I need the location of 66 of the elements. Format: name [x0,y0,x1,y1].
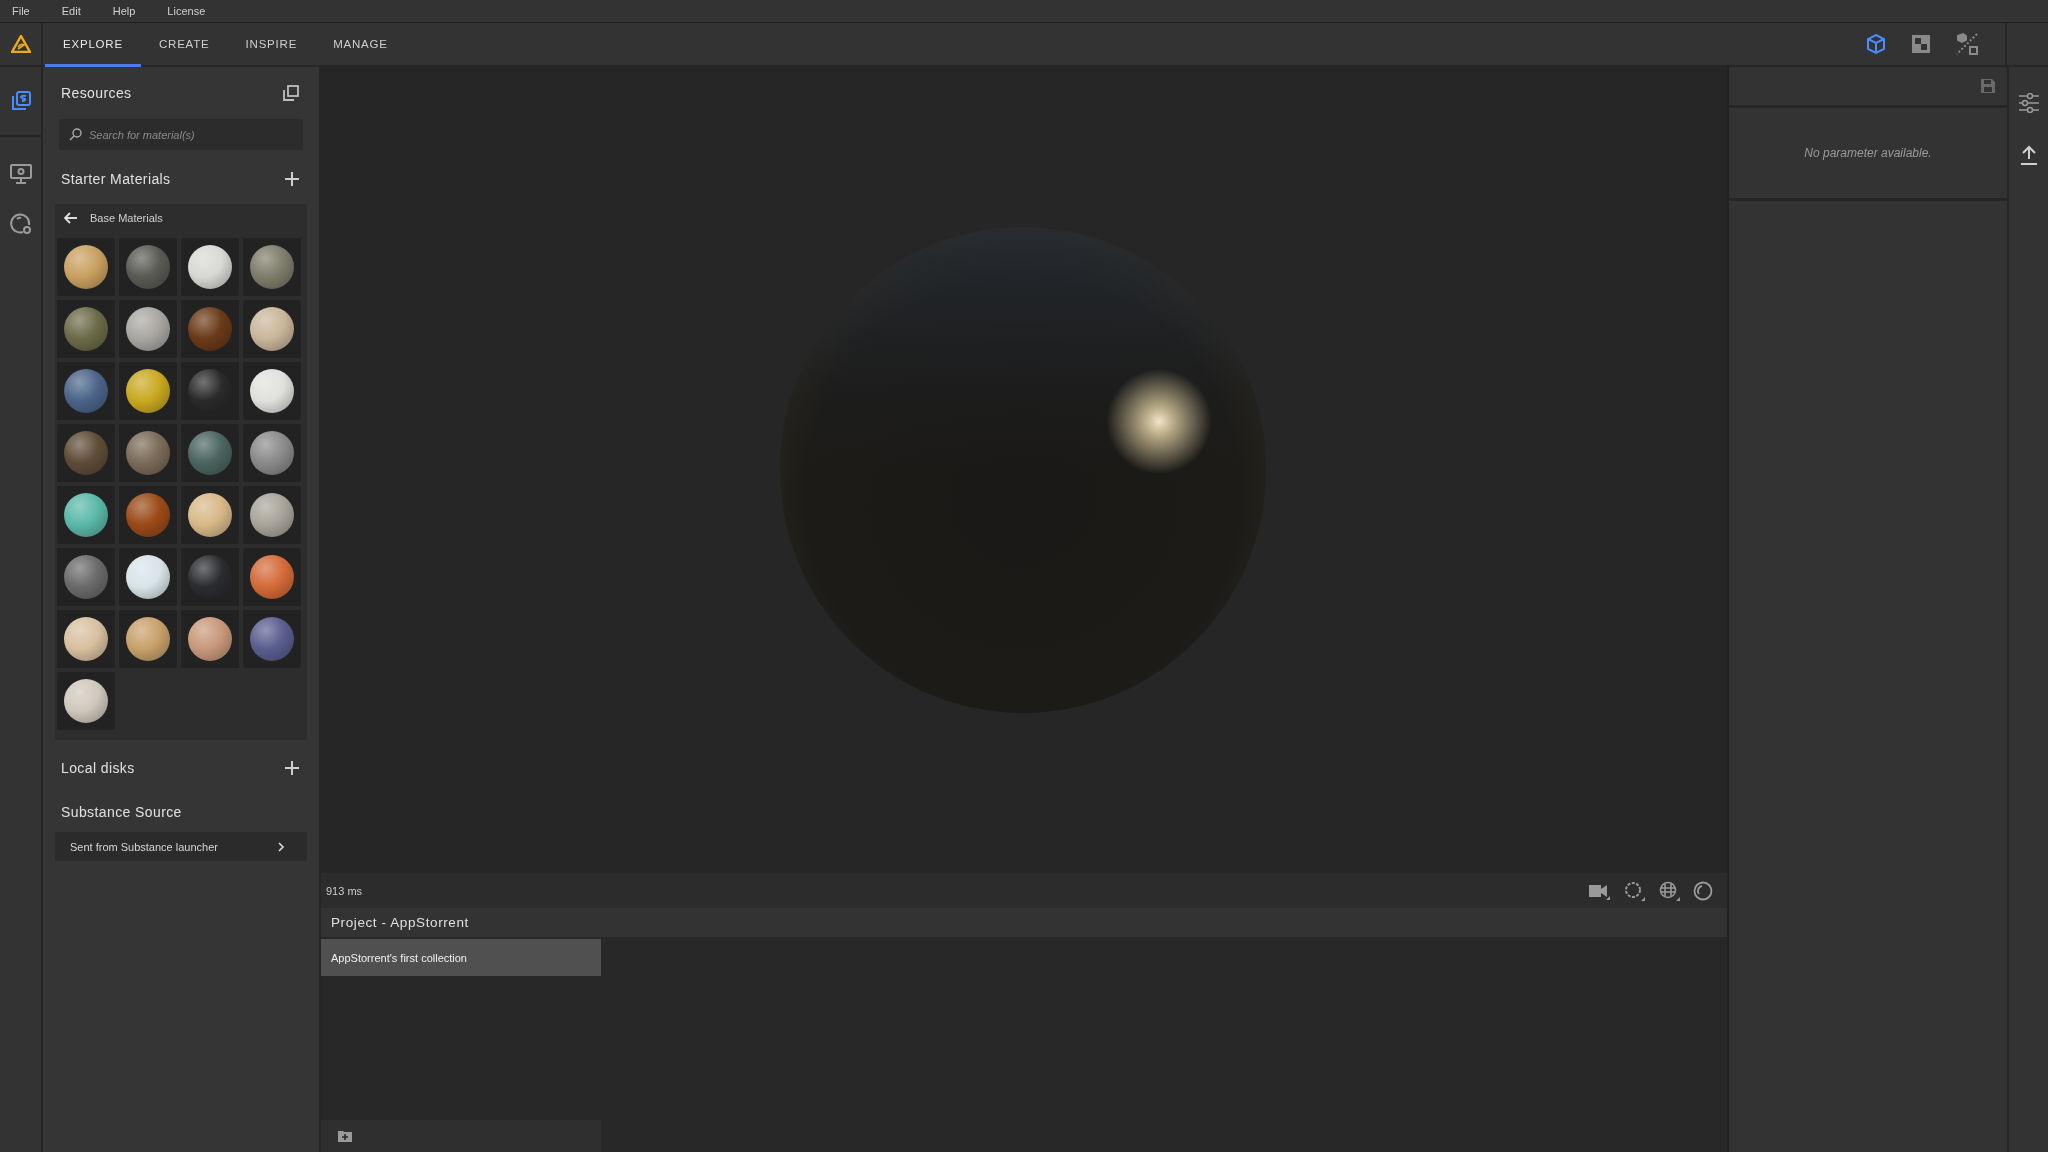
material-thumbnail[interactable] [181,610,239,668]
chevron-right-icon [278,841,285,852]
material-thumbnail[interactable] [119,300,177,358]
material-thumbnail[interactable] [57,672,115,730]
search-icon [69,128,82,141]
copy-icon[interactable] [283,85,299,101]
section-title: Local disks [61,760,135,776]
nav-tab[interactable]: CREATE [140,23,228,67]
material-thumbnail[interactable] [119,362,177,420]
material-thumbnail[interactable] [57,610,115,668]
material-thumbnail[interactable] [57,362,115,420]
library-icon[interactable] [9,90,32,112]
material-thumbnail[interactable] [119,548,177,606]
section-title: Starter Materials [61,171,171,187]
sliders-icon[interactable] [2017,93,2040,113]
sphere-icon[interactable] [1693,880,1713,901]
checker-icon[interactable] [1911,34,1931,54]
menu-item[interactable]: Edit [61,5,81,17]
menu-item[interactable]: File [12,5,30,17]
material-thumbnail[interactable] [243,238,301,296]
back-arrow-icon[interactable] [64,212,78,224]
menu-item[interactable]: Help [112,5,136,17]
logo-icon [10,35,31,53]
section-title: Resources [61,85,132,101]
add-folder-icon[interactable] [338,1130,352,1142]
add-icon[interactable] [285,761,299,775]
material-thumbnail[interactable] [119,238,177,296]
material-thumbnail[interactable] [243,362,301,420]
material-thumbnail[interactable] [57,300,115,358]
material-thumbnail[interactable] [57,238,115,296]
split-view-icon[interactable] [1955,32,1979,56]
material-thumbnail[interactable] [181,486,239,544]
render-time: 913 ms [326,884,363,897]
material-thumbnail[interactable] [243,548,301,606]
add-icon[interactable] [285,172,299,186]
material-thumbnail[interactable] [181,238,239,296]
material-thumbnail[interactable] [243,424,301,482]
material-thumbnail[interactable] [119,424,177,482]
material-thumbnail[interactable] [181,424,239,482]
search-field[interactable]: Search for material(s) [59,119,303,150]
material-thumbnail[interactable] [181,548,239,606]
material-thumbnail[interactable] [119,486,177,544]
cube-icon[interactable] [1865,33,1887,55]
globe-icon[interactable] [1658,880,1680,901]
material-thumbnail[interactable] [243,610,301,668]
nav-tab[interactable]: INSPIRE [227,23,316,67]
material-thumbnail[interactable] [57,424,115,482]
light-icon[interactable] [1623,880,1645,901]
nav-tab[interactable]: MANAGE [315,23,406,67]
material-thumbnail[interactable] [243,486,301,544]
material-thumbnail[interactable] [57,486,115,544]
material-thumbnail[interactable] [181,300,239,358]
empty-message: No parameter available. [1804,146,1932,160]
material-thumbnail[interactable] [181,362,239,420]
section-title: Substance Source [61,804,182,820]
project-title: Project - AppStorrent [331,915,469,930]
collection-item[interactable]: AppStorrent's first collection [321,939,601,976]
material-thumbnail[interactable] [57,548,115,606]
material-thumbnail[interactable] [119,610,177,668]
sphere-gear-icon[interactable] [8,212,33,236]
menu-item[interactable]: License [167,5,206,17]
source-item[interactable]: Sent from Substance launcher [55,832,307,861]
material-thumbnail[interactable] [243,300,301,358]
folder-title: Base Materials [90,212,163,224]
monitor-gear-icon[interactable] [8,163,33,185]
upload-icon[interactable] [2019,145,2038,165]
